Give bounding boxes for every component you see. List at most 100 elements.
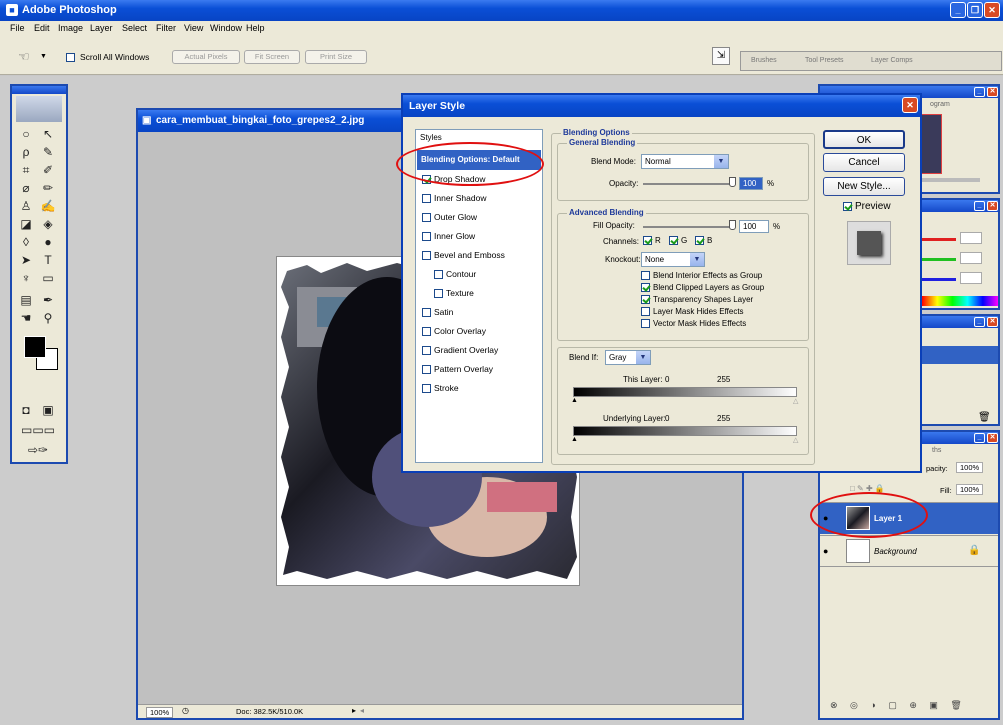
texture-checkbox[interactable] xyxy=(434,289,443,299)
scroll-all-checkbox[interactable] xyxy=(66,52,78,63)
this-layer-gradient[interactable] xyxy=(573,387,797,397)
color-overlay-checkbox[interactable] xyxy=(422,327,431,337)
blue-field[interactable] xyxy=(960,272,982,284)
ok-button[interactable]: OK xyxy=(823,130,905,149)
green-field[interactable] xyxy=(960,252,982,264)
blend-mode-select[interactable]: Normal ▼ xyxy=(641,154,729,169)
hand-icon[interactable]: ☚ xyxy=(16,310,36,327)
styles-header[interactable]: Styles xyxy=(420,133,442,142)
tab-tool-presets[interactable]: Tool Presets xyxy=(805,57,844,64)
channel-g[interactable]: G xyxy=(669,236,687,246)
brush-icon[interactable]: ✏ xyxy=(38,180,58,197)
history-close-icon[interactable]: ✕ xyxy=(987,317,998,327)
fill-opacity-slider-track[interactable] xyxy=(643,226,733,228)
style-item-stroke[interactable]: Stroke xyxy=(422,379,459,397)
menu-view[interactable]: View xyxy=(184,23,203,33)
print-size-button[interactable]: Print Size xyxy=(305,50,367,64)
zoom-level[interactable]: 100% xyxy=(146,707,174,718)
opacity-slider-thumb[interactable] xyxy=(729,177,736,187)
fill-opacity-field[interactable]: 100 xyxy=(739,220,769,233)
paths-tab[interactable]: ths xyxy=(932,447,941,454)
channel-r[interactable]: R xyxy=(643,236,661,246)
type-icon[interactable]: T xyxy=(38,252,58,269)
magic-wand-icon[interactable]: ✎ xyxy=(38,144,58,161)
layer-row-background[interactable]: ● Background 🔒 xyxy=(820,535,998,567)
history-brush-icon[interactable]: ✍ xyxy=(38,198,58,215)
healing-icon[interactable]: ⌀ xyxy=(16,180,36,197)
bevel-emboss-checkbox[interactable] xyxy=(422,251,431,261)
this-layer-white-thumb-icon[interactable]: △ xyxy=(793,397,798,405)
style-item-pattern-overlay[interactable]: Pattern Overlay xyxy=(422,360,493,378)
satin-checkbox[interactable] xyxy=(422,308,431,318)
blend-if-select[interactable]: Gray ▼ xyxy=(605,350,651,365)
move-icon[interactable]: ↖ xyxy=(38,126,58,143)
shape-icon[interactable]: ▭ xyxy=(38,270,58,287)
path-select-icon[interactable]: ➤ xyxy=(16,252,36,269)
opacity-field[interactable]: 100 xyxy=(739,177,763,190)
channel-b[interactable]: B xyxy=(695,236,712,246)
style-item-contour[interactable]: Contour xyxy=(434,265,476,283)
notes-icon[interactable]: ▤ xyxy=(16,292,36,309)
stamp-icon[interactable]: ♙ xyxy=(16,198,36,215)
dodge-icon[interactable]: ● xyxy=(38,234,58,251)
blue-slider[interactable] xyxy=(922,278,956,281)
style-item-bevel-emboss[interactable]: Bevel and Emboss xyxy=(422,246,505,264)
navigator-close-icon[interactable]: ✕ xyxy=(987,87,998,97)
underlying-gradient[interactable] xyxy=(573,426,797,436)
color-ramp[interactable] xyxy=(922,296,998,306)
gradient-icon[interactable]: ◈ xyxy=(38,216,58,233)
adv-option-transparency[interactable]: Transparency Shapes Layer xyxy=(641,295,753,305)
menu-edit[interactable]: Edit xyxy=(34,23,50,33)
navigator-minimize-icon[interactable]: _ xyxy=(974,87,985,97)
fit-screen-button[interactable]: Fit Screen xyxy=(244,50,300,64)
menu-window[interactable]: Window xyxy=(210,23,242,33)
layers-opacity-value[interactable]: 100% xyxy=(956,462,984,473)
cancel-button[interactable]: Cancel xyxy=(823,153,905,172)
adv-option-layer-mask[interactable]: Layer Mask Hides Effects xyxy=(641,307,744,317)
outer-glow-checkbox[interactable] xyxy=(422,213,431,223)
style-item-inner-glow[interactable]: Inner Glow xyxy=(422,227,475,245)
status-icon[interactable]: ◷ xyxy=(182,706,189,715)
restore-button[interactable]: ❐ xyxy=(967,2,983,18)
this-layer-black-thumb-icon[interactable]: ▲ xyxy=(571,397,578,404)
pen-icon[interactable]: ♆ xyxy=(16,270,36,287)
new-style-button[interactable]: New Style... xyxy=(823,177,905,196)
quickmask-icon[interactable]: ◘ xyxy=(16,402,36,419)
jump-to-imageready-icon[interactable]: ⇨✑ xyxy=(16,442,60,459)
stroke-checkbox[interactable] xyxy=(422,384,431,394)
layers-fill-value[interactable]: 100% xyxy=(956,484,984,495)
menu-filter[interactable]: Filter xyxy=(156,23,176,33)
standard-mode-icon[interactable]: ▣ xyxy=(38,402,58,419)
tool-preset-arrow-icon[interactable]: ▼ xyxy=(40,53,47,60)
layers-bottom-icons[interactable]: ⊗ ◎ ◑ ▢ ⊕ ▣ 🗑 xyxy=(830,700,967,711)
pattern-overlay-checkbox[interactable] xyxy=(422,365,431,375)
slice-icon[interactable]: ✐ xyxy=(38,162,58,179)
green-slider[interactable] xyxy=(922,258,956,261)
menu-select[interactable]: Select xyxy=(122,23,147,33)
eraser-icon[interactable]: ◪ xyxy=(16,216,36,233)
menu-file[interactable]: File xyxy=(10,23,25,33)
style-item-color-overlay[interactable]: Color Overlay xyxy=(422,322,486,340)
lasso-icon[interactable]: ρ xyxy=(16,144,36,161)
eye-icon[interactable]: ● xyxy=(823,546,828,556)
opacity-slider-track[interactable] xyxy=(643,183,733,185)
layers-minimize-icon[interactable]: _ xyxy=(974,433,985,443)
style-item-gradient-overlay[interactable]: Gradient Overlay xyxy=(422,341,498,359)
adv-option-blend-clipped[interactable]: Blend Clipped Layers as Group xyxy=(641,283,764,293)
status-menu-arrow-icon[interactable]: ▸ xyxy=(352,706,356,715)
dialog-close-button[interactable]: ✕ xyxy=(902,97,918,113)
red-slider[interactable] xyxy=(922,238,956,241)
tab-layer-comps[interactable]: Layer Comps xyxy=(871,57,913,64)
preview-checkbox[interactable]: Preview xyxy=(843,201,891,212)
menu-layer[interactable]: Layer xyxy=(90,23,113,33)
marquee-icon[interactable]: ○ xyxy=(16,126,36,143)
menu-help[interactable]: Help xyxy=(246,23,265,33)
foreground-color-swatch[interactable] xyxy=(24,336,46,358)
minimize-button[interactable]: _ xyxy=(950,2,966,18)
hscroll-left-icon[interactable]: ◂ xyxy=(360,706,364,715)
navigator-zoom-slider[interactable] xyxy=(920,178,980,182)
screen-mode-icon[interactable]: ▭▭▭ xyxy=(16,422,60,439)
palette-well-icon[interactable]: ⇲ xyxy=(712,47,730,65)
contour-checkbox[interactable] xyxy=(434,270,443,280)
style-item-inner-shadow[interactable]: Inner Shadow xyxy=(422,189,486,207)
